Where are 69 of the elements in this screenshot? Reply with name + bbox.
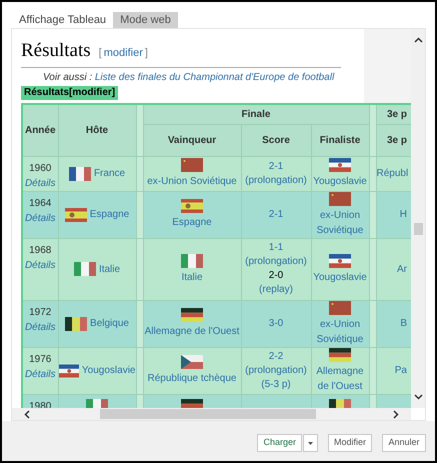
- year-text: 1964: [28, 196, 52, 210]
- scrollbar-thumb[interactable]: [414, 223, 422, 235]
- column-header: Vainqueur: [143, 124, 241, 156]
- flag-icon: [58, 364, 79, 378]
- winner-link[interactable]: Italie: [181, 270, 203, 284]
- column-header: Année: [22, 104, 58, 156]
- flag-icon: [329, 348, 351, 362]
- see-also-note: Voir aussi : Liste des finales du Championnat d'Europe de football: [42, 70, 336, 84]
- score-link[interactable]: 2-2: [242, 350, 310, 364]
- host-link[interactable]: Italie: [98, 262, 120, 276]
- year-text: 1972: [28, 306, 52, 320]
- third-place-link[interactable]: B: [400, 318, 407, 329]
- score-link[interactable]: (prolongation): [242, 364, 310, 378]
- flag-icon: [181, 355, 203, 369]
- flag-icon: [181, 158, 203, 172]
- flag-icon: [181, 308, 203, 322]
- score-link[interactable]: (prolongation): [242, 255, 310, 269]
- tab[interactable]: Mode web: [113, 12, 178, 28]
- bracket-text: ]: [144, 46, 148, 61]
- details-link[interactable]: Détails: [23, 176, 58, 190]
- details-link[interactable]: Détails: [23, 210, 58, 226]
- see-also-link[interactable]: Liste des finales du Championnat d'Europe de football: [94, 72, 334, 82]
- third-place-link[interactable]: H: [400, 209, 407, 220]
- dialog-button[interactable]: Modifier: [328, 434, 372, 452]
- section-heading: Résultats: [21, 39, 91, 63]
- flag-icon: [181, 199, 203, 213]
- vertical-scrollbar[interactable]: [411, 29, 425, 408]
- flag-icon: [65, 316, 88, 330]
- year-text: 1968: [28, 244, 52, 258]
- scroll-down-icon[interactable]: [414, 394, 422, 400]
- details-link[interactable]: Détails: [23, 258, 58, 272]
- flag-icon: [329, 300, 351, 314]
- dialog-button[interactable]: Annuler: [382, 434, 426, 452]
- flag-icon: [181, 254, 203, 268]
- flag-icon: [329, 254, 351, 268]
- third-place-link[interactable]: Pa: [394, 365, 407, 376]
- column-header: Hôte: [58, 104, 136, 156]
- column-header: Score: [241, 124, 311, 156]
- flag-icon: [68, 166, 91, 180]
- details-link[interactable]: Détails: [23, 366, 58, 382]
- horizontal-scrollbar[interactable]: [12, 408, 411, 420]
- score-link[interactable]: (5-3 p): [242, 378, 310, 392]
- load-button[interactable]: Charger: [257, 434, 302, 452]
- score-link[interactable]: (prolongation): [242, 174, 310, 188]
- bracket-text: [: [98, 46, 102, 61]
- score-link[interactable]: (replay): [242, 283, 310, 297]
- score-text: 2-0: [268, 269, 284, 283]
- flag-icon: [64, 208, 87, 222]
- host-link[interactable]: France: [94, 166, 126, 181]
- host-link[interactable]: Belgique: [90, 316, 129, 331]
- host-link[interactable]: Espagne: [90, 207, 130, 222]
- scroll-right-icon[interactable]: [393, 410, 399, 418]
- dropdown-button[interactable]: [303, 434, 318, 452]
- third-place-link[interactable]: Ar: [397, 264, 407, 274]
- edit-link[interactable]: modifier: [104, 45, 143, 62]
- year-text: 1960: [28, 162, 52, 176]
- winner-link[interactable]: Espagne: [172, 215, 212, 230]
- score-link[interactable]: 2-1: [242, 160, 310, 174]
- flag-icon: [74, 262, 96, 276]
- scroll-left-icon[interactable]: [24, 410, 30, 418]
- flag-icon: [329, 158, 351, 172]
- year-text: 1976: [28, 352, 52, 366]
- caret-icon: [308, 442, 313, 444]
- score-link[interactable]: 1-1: [242, 241, 310, 255]
- scrollbar-thumb[interactable]: [100, 409, 316, 419]
- column-header: Finale: [143, 104, 369, 124]
- details-link[interactable]: Détails: [23, 320, 58, 334]
- scroll-up-icon[interactable]: [414, 37, 422, 43]
- flag-icon: [329, 192, 351, 206]
